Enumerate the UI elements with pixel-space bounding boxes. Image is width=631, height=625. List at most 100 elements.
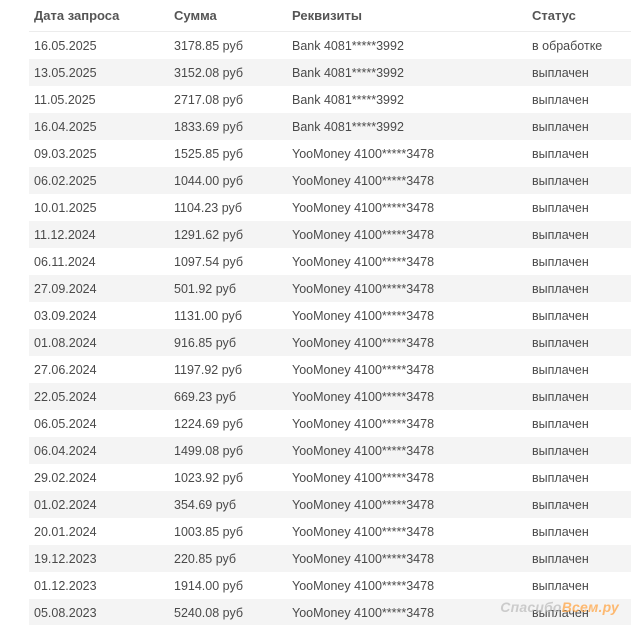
header-requisites: Реквизиты [287, 0, 527, 32]
cell-requisites: YooMoney 4100*****3478 [287, 140, 527, 167]
cell-date: 20.01.2024 [29, 518, 169, 545]
cell-status: выплачен [527, 545, 631, 572]
cell-date: 06.02.2025 [29, 167, 169, 194]
cell-status: выплачен [527, 113, 631, 140]
cell-status: выплачен [527, 194, 631, 221]
cell-date: 11.05.2025 [29, 86, 169, 113]
payout-history: Дата запроса Сумма Реквизиты Статус 16.0… [0, 0, 631, 625]
cell-status: выплачен [527, 491, 631, 518]
cell-amount: 1131.00 руб [169, 302, 287, 329]
cell-requisites: YooMoney 4100*****3478 [287, 356, 527, 383]
cell-status: выплачен [527, 248, 631, 275]
cell-status: выплачен [527, 302, 631, 329]
header-amount: Сумма [169, 0, 287, 32]
cell-amount: 220.85 руб [169, 545, 287, 572]
cell-date: 16.05.2025 [29, 31, 169, 59]
table-row: 10.01.2025 1104.23 руб YooMoney 4100*****3… [29, 194, 631, 221]
cell-date: 27.09.2024 [29, 275, 169, 302]
cell-requisites: YooMoney 4100*****3478 [287, 221, 527, 248]
table-row: 16.05.2025 3178.85 руб Bank 4081*****3992 в… [29, 31, 631, 59]
cell-amount: 1525.85 руб [169, 140, 287, 167]
cell-date: 27.06.2024 [29, 356, 169, 383]
table-row: 16.04.2025 1833.69 руб Bank 4081*****3992 в… [29, 113, 631, 140]
table-row: 06.04.2024 1499.08 руб YooMoney 4100*****3… [29, 437, 631, 464]
cell-amount: 669.23 руб [169, 383, 287, 410]
cell-amount: 1104.23 руб [169, 194, 287, 221]
cell-status: в обработке [527, 31, 631, 59]
table-row: 01.02.2024 354.69 руб YooMoney 4100*****34… [29, 491, 631, 518]
cell-requisites: YooMoney 4100*****3478 [287, 302, 527, 329]
cell-requisites: YooMoney 4100*****3478 [287, 518, 527, 545]
cell-date: 06.11.2024 [29, 248, 169, 275]
cell-date: 09.03.2025 [29, 140, 169, 167]
header-date: Дата запроса [29, 0, 169, 32]
table-row: 11.05.2025 2717.08 руб Bank 4081*****3992 в… [29, 86, 631, 113]
cell-amount: 2717.08 руб [169, 86, 287, 113]
table-row: 01.12.2023 1914.00 руб YooMoney 4100*****3… [29, 572, 631, 599]
cell-amount: 3152.08 руб [169, 59, 287, 86]
cell-requisites: Bank 4081*****3992 [287, 86, 527, 113]
cell-status: выплачен [527, 329, 631, 356]
cell-requisites: YooMoney 4100*****3478 [287, 410, 527, 437]
table-row: 27.06.2024 1197.92 руб YooMoney 4100*****3… [29, 356, 631, 383]
cell-date: 13.05.2025 [29, 59, 169, 86]
cell-status: выплачен [527, 410, 631, 437]
cell-amount: 1003.85 руб [169, 518, 287, 545]
cell-requisites: YooMoney 4100*****3478 [287, 599, 527, 625]
cell-amount: 1833.69 руб [169, 113, 287, 140]
cell-amount: 5240.08 руб [169, 599, 287, 625]
cell-amount: 1097.54 руб [169, 248, 287, 275]
cell-status: выплачен [527, 59, 631, 86]
watermark-main: Спасибо [500, 599, 562, 615]
cell-requisites: YooMoney 4100*****3478 [287, 545, 527, 572]
cell-amount: 1044.00 руб [169, 167, 287, 194]
cell-date: 10.01.2025 [29, 194, 169, 221]
cell-status: выплачен [527, 275, 631, 302]
cell-amount: 1291.62 руб [169, 221, 287, 248]
cell-status: выплачен [527, 464, 631, 491]
payout-table: Дата запроса Сумма Реквизиты Статус 16.0… [29, 0, 631, 625]
cell-date: 16.04.2025 [29, 113, 169, 140]
cell-status: выплачен [527, 356, 631, 383]
cell-date: 06.04.2024 [29, 437, 169, 464]
cell-requisites: YooMoney 4100*****3478 [287, 464, 527, 491]
table-row: 19.12.2023 220.85 руб YooMoney 4100*****34… [29, 545, 631, 572]
cell-date: 11.12.2024 [29, 221, 169, 248]
cell-amount: 1914.00 руб [169, 572, 287, 599]
table-row: 06.02.2025 1044.00 руб YooMoney 4100*****3… [29, 167, 631, 194]
cell-date: 19.12.2023 [29, 545, 169, 572]
cell-date: 01.02.2024 [29, 491, 169, 518]
cell-amount: 501.92 руб [169, 275, 287, 302]
cell-requisites: Bank 4081*****3992 [287, 59, 527, 86]
header-status: Статус [527, 0, 631, 32]
cell-amount: 916.85 руб [169, 329, 287, 356]
cell-requisites: YooMoney 4100*****3478 [287, 572, 527, 599]
cell-status: выплачен [527, 140, 631, 167]
cell-amount: 354.69 руб [169, 491, 287, 518]
watermark-accent: Всем.ру [561, 599, 619, 615]
cell-requisites: YooMoney 4100*****3478 [287, 275, 527, 302]
table-row: 01.08.2024 916.85 руб YooMoney 4100*****34… [29, 329, 631, 356]
cell-status: выплачен [527, 86, 631, 113]
table-row: 27.09.2024 501.92 руб YooMoney 4100*****34… [29, 275, 631, 302]
cell-amount: 3178.85 руб [169, 31, 287, 59]
table-row: 20.01.2024 1003.85 руб YooMoney 4100*****3… [29, 518, 631, 545]
cell-date: 01.08.2024 [29, 329, 169, 356]
cell-date: 29.02.2024 [29, 464, 169, 491]
cell-amount: 1023.92 руб [169, 464, 287, 491]
cell-requisites: YooMoney 4100*****3478 [287, 491, 527, 518]
table-row: 13.05.2025 3152.08 руб Bank 4081*****3992 в… [29, 59, 631, 86]
cell-date: 05.08.2023 [29, 599, 169, 625]
table-row: 06.05.2024 1224.69 руб YooMoney 4100*****3… [29, 410, 631, 437]
cell-requisites: YooMoney 4100*****3478 [287, 329, 527, 356]
cell-status: выплачен [527, 572, 631, 599]
cell-status: выплачен [527, 518, 631, 545]
table-row: 29.02.2024 1023.92 руб YooMoney 4100*****3… [29, 464, 631, 491]
cell-date: 22.05.2024 [29, 383, 169, 410]
cell-status: выплачен [527, 437, 631, 464]
table-row: 11.12.2024 1291.62 руб YooMoney 4100*****3… [29, 221, 631, 248]
cell-amount: 1197.92 руб [169, 356, 287, 383]
cell-status: выплачен [527, 167, 631, 194]
cell-status: выплачен [527, 221, 631, 248]
table-row: 03.09.2024 1131.00 руб YooMoney 4100*****3… [29, 302, 631, 329]
